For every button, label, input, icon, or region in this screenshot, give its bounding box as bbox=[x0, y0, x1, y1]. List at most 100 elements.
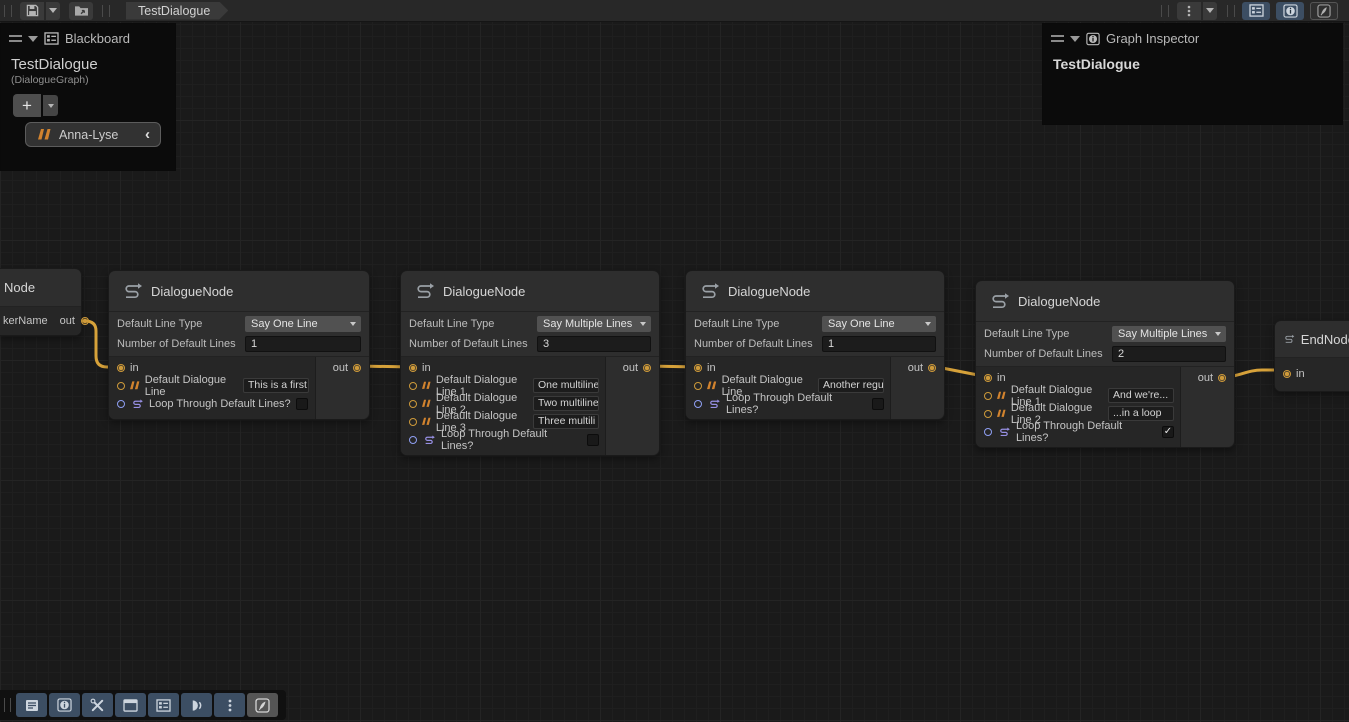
toolbar-drag-handle[interactable] bbox=[4, 698, 11, 712]
in-port[interactable] bbox=[409, 364, 417, 372]
node-title-label: DialogueNode bbox=[728, 284, 810, 299]
node-title[interactable]: Node bbox=[0, 269, 81, 306]
chevron-down-icon bbox=[350, 322, 356, 326]
node-dialogue-4[interactable]: DialogueNode Default Line Type Say Multi… bbox=[975, 280, 1235, 448]
node-properties: Default Line Type Say One Line Number of… bbox=[686, 311, 944, 356]
loop-checkbox[interactable] bbox=[872, 398, 884, 410]
loop-port[interactable] bbox=[409, 436, 417, 444]
blackboard-button[interactable] bbox=[148, 693, 179, 717]
num-lines-field[interactable]: 2 bbox=[1112, 346, 1226, 362]
line-port[interactable] bbox=[409, 400, 417, 408]
collapse-triangle-icon[interactable] bbox=[1070, 36, 1080, 42]
line-type-dropdown[interactable]: Say Multiple Lines bbox=[1112, 326, 1226, 342]
num-lines-field[interactable]: 1 bbox=[245, 336, 361, 352]
num-lines-field[interactable]: 3 bbox=[537, 336, 651, 352]
blackboard-property-anna-lyse[interactable]: Anna-Lyse ‹ bbox=[25, 122, 161, 147]
add-property-dropdown[interactable] bbox=[43, 95, 58, 116]
overflow-dropdown-button[interactable] bbox=[1203, 2, 1217, 20]
line-type-dropdown[interactable]: Say Multiple Lines bbox=[537, 316, 651, 332]
line-type-dropdown[interactable]: Say One Line bbox=[245, 316, 361, 332]
blackboard-panel[interactable]: Blackboard TestDialogue (DialogueGraph) … bbox=[0, 23, 176, 171]
out-port[interactable] bbox=[353, 364, 361, 372]
save-button[interactable] bbox=[20, 2, 44, 20]
in-port[interactable] bbox=[117, 364, 125, 372]
top-toolbar: TestDialogue bbox=[0, 0, 1349, 22]
more-button[interactable] bbox=[214, 693, 245, 717]
line-port[interactable] bbox=[117, 382, 125, 390]
graph-editor-canvas[interactable]: TestDialogue Blackboard TestDialogue bbox=[0, 0, 1349, 722]
loop-port[interactable] bbox=[694, 400, 702, 408]
collapse-triangle-icon[interactable] bbox=[28, 36, 38, 42]
save-dropdown-button[interactable] bbox=[46, 2, 60, 20]
node-title[interactable]: EndNode bbox=[1275, 321, 1349, 357]
node-dialogue-2[interactable]: DialogueNode Default Line Type Say Multi… bbox=[400, 270, 660, 456]
node-dialogue-3[interactable]: DialogueNode Default Line Type Say One L… bbox=[685, 270, 945, 420]
line-port[interactable] bbox=[984, 392, 992, 400]
node-dialogue-1[interactable]: DialogueNode Default Line Type Say One L… bbox=[108, 270, 370, 420]
dialogue-line-field[interactable]: And we're... bbox=[1108, 388, 1174, 403]
open-asset-button[interactable] bbox=[69, 2, 93, 20]
toggle-blackboard-button[interactable] bbox=[1242, 2, 1270, 20]
in-port[interactable] bbox=[694, 364, 702, 372]
quote-icon bbox=[422, 399, 431, 408]
toolbar-drag-handle[interactable] bbox=[4, 5, 12, 17]
blackboard-icon bbox=[156, 699, 171, 712]
loop-port[interactable] bbox=[117, 400, 125, 408]
loop-checkbox[interactable] bbox=[296, 398, 308, 410]
line-port[interactable] bbox=[984, 410, 992, 418]
breadcrumb[interactable]: TestDialogue bbox=[126, 2, 228, 20]
overflow-menu-button[interactable] bbox=[1177, 2, 1201, 20]
hamburger-icon[interactable] bbox=[1051, 35, 1064, 42]
in-port[interactable] bbox=[984, 374, 992, 382]
node-end[interactable]: EndNode in bbox=[1274, 320, 1349, 392]
dialogue-line-field[interactable]: One multiline bbox=[533, 378, 599, 393]
line-port[interactable] bbox=[694, 382, 702, 390]
node-title[interactable]: DialogueNode bbox=[976, 281, 1234, 321]
loop-checkbox[interactable] bbox=[1162, 426, 1174, 438]
dialogue-line-field[interactable]: Two multiline bbox=[533, 396, 599, 411]
num-lines-field[interactable]: 1 bbox=[822, 336, 936, 352]
dialogue-squiggle-icon bbox=[121, 282, 143, 300]
save-icon bbox=[26, 4, 39, 17]
toggle-inspector-button[interactable] bbox=[1276, 2, 1304, 20]
node-title[interactable]: DialogueNode bbox=[401, 271, 659, 311]
quote-icon bbox=[130, 381, 140, 390]
out-port[interactable] bbox=[81, 317, 89, 325]
blackboard-title: Blackboard bbox=[65, 31, 130, 46]
bottom-toolbar bbox=[0, 690, 286, 720]
graph-inspector-header[interactable]: Graph Inspector bbox=[1043, 24, 1342, 50]
loop-port[interactable] bbox=[984, 428, 992, 436]
node-title[interactable]: DialogueNode bbox=[686, 271, 944, 311]
toolbar-drag-handle[interactable] bbox=[102, 5, 110, 17]
tools-button[interactable] bbox=[82, 693, 113, 717]
out-port[interactable] bbox=[1218, 374, 1226, 382]
quill-button[interactable] bbox=[247, 693, 278, 717]
line-port[interactable] bbox=[409, 418, 417, 426]
console-button[interactable] bbox=[16, 693, 47, 717]
toolbar-drag-handle[interactable] bbox=[1161, 5, 1169, 17]
field-label: Default Line Type bbox=[409, 318, 537, 330]
out-port[interactable] bbox=[643, 364, 651, 372]
toolbar-drag-handle[interactable] bbox=[1227, 5, 1235, 17]
field-label: Number of Default Lines bbox=[409, 338, 537, 350]
in-port[interactable] bbox=[1283, 370, 1291, 378]
node-start[interactable]: Node kerName out bbox=[0, 268, 82, 336]
hamburger-icon[interactable] bbox=[9, 35, 22, 42]
line-type-dropdown[interactable]: Say One Line bbox=[822, 316, 936, 332]
out-port[interactable] bbox=[928, 364, 936, 372]
loop-checkbox[interactable] bbox=[587, 434, 599, 446]
preview-button[interactable] bbox=[181, 693, 212, 717]
window-button[interactable] bbox=[115, 693, 146, 717]
node-title[interactable]: DialogueNode bbox=[109, 271, 369, 311]
line-port[interactable] bbox=[409, 382, 417, 390]
loop-squiggle-icon bbox=[707, 399, 721, 409]
inspector-button[interactable] bbox=[49, 693, 80, 717]
info-icon bbox=[57, 698, 72, 712]
blackboard-header[interactable]: Blackboard bbox=[1, 24, 175, 50]
graph-inspector-panel[interactable]: Graph Inspector TestDialogue bbox=[1042, 23, 1343, 125]
toggle-preview-window-button[interactable] bbox=[1310, 2, 1338, 20]
chevron-left-icon[interactable]: ‹ bbox=[145, 126, 150, 143]
out-port-label: out bbox=[60, 315, 75, 327]
dialogue-line-field[interactable]: This is a first bbox=[243, 378, 309, 393]
add-property-button[interactable]: + bbox=[13, 94, 41, 117]
